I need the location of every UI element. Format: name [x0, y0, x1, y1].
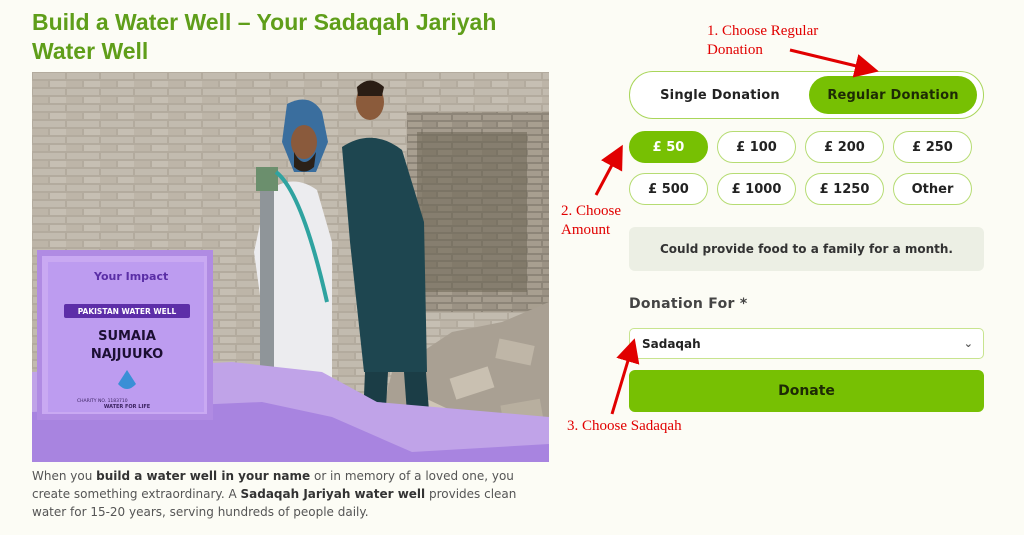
arrow-step2: [594, 144, 623, 196]
page: Build a Water Well – Your Sadaqah Jariya…: [0, 0, 1024, 535]
arrow-step3: [610, 338, 640, 415]
annotation-arrows: [594, 48, 879, 415]
arrow-step1: [789, 48, 879, 78]
